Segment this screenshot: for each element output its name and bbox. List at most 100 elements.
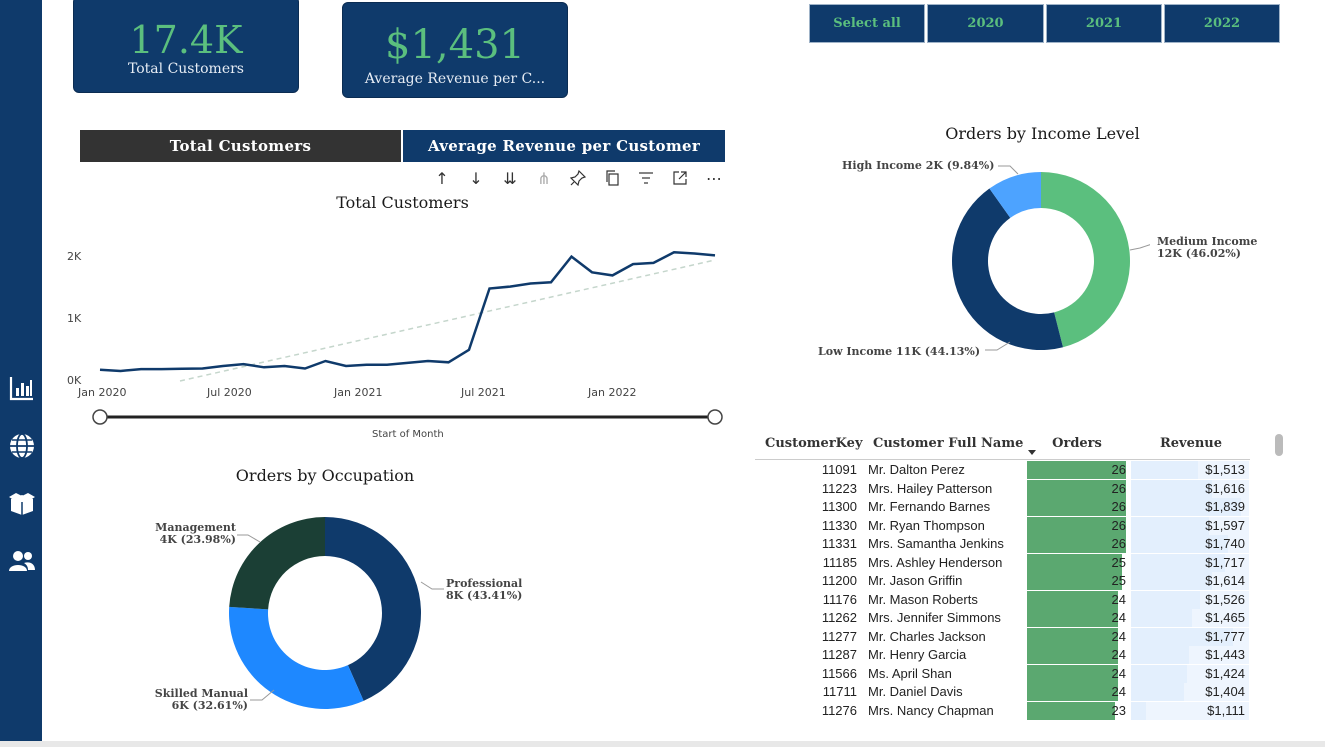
label-medium-income: Medium Income 12K (46.02%) <box>1157 236 1267 260</box>
cell-customer-name: Mr. Ryan Thompson <box>868 517 985 533</box>
bottom-bar <box>0 741 1325 747</box>
x-axis-title: Start of Month <box>372 429 444 440</box>
cell-customer-name: Mrs. Samantha Jenkins <box>868 536 1004 551</box>
cell-orders: 24 <box>1111 647 1126 662</box>
cell-orders: 24 <box>1111 610 1126 625</box>
table-row[interactable]: 11711 Mr. Daniel Davis 24 $1,404 <box>755 683 1255 701</box>
cell-customer-name: Mrs. Hailey Patterson <box>868 480 993 496</box>
table-row[interactable]: 11262 Mrs. Jennifer Simmons 24 $1,465 <box>755 609 1255 627</box>
cell-revenue: $1,777 <box>1205 628 1245 644</box>
cell-customer-key: 11330 <box>821 517 857 533</box>
slicer-year-2020[interactable]: 2020 <box>927 4 1044 43</box>
cell-revenue: $1,111 <box>1207 702 1245 718</box>
donut-slice-skilled-manual[interactable] <box>229 606 364 709</box>
cell-revenue: $1,616 <box>1205 480 1245 496</box>
cell-customer-key: 11262 <box>821 610 857 625</box>
slicer-year-2021[interactable]: 2021 <box>1046 4 1162 43</box>
header-customer-key[interactable]: CustomerKey <box>765 428 865 458</box>
cell-customer-key: 11223 <box>821 480 857 496</box>
donut-slice-management[interactable] <box>229 517 325 610</box>
cell-revenue: $1,443 <box>1205 647 1245 662</box>
sort-descending-icon[interactable] <box>1028 450 1036 455</box>
income-chart-title: Orders by Income Level <box>945 124 1140 143</box>
header-revenue[interactable]: Revenue <box>1133 428 1249 458</box>
cell-customer-key: 11300 <box>821 499 857 514</box>
cell-customer-key: 11200 <box>821 573 857 588</box>
cell-customer-key: 11711 <box>822 684 857 699</box>
cell-orders: 26 <box>1111 536 1126 551</box>
label-low-income: Low Income 11K (44.13%) <box>818 346 988 358</box>
label-low-income-name: Low Income <box>818 345 893 358</box>
cell-customer-name: Mrs. Jennifer Simmons <box>868 610 1001 625</box>
header-orders[interactable]: Orders <box>1027 428 1127 458</box>
table-row[interactable]: 11176 Mr. Mason Roberts 24 $1,526 <box>755 590 1255 609</box>
box-open-icon[interactable] <box>8 489 36 517</box>
cell-customer-key: 11185 <box>822 554 857 570</box>
label-skilled-manual: Skilled Manual 6K (32.61%) <box>140 688 248 712</box>
leader-line-management <box>237 534 261 543</box>
cell-customer-key: 11276 <box>821 702 857 718</box>
cell-customer-name: Mrs. Nancy Chapman <box>868 702 994 718</box>
label-high-income: High Income 2K (9.84%) <box>842 160 1002 172</box>
cell-revenue: $1,465 <box>1205 610 1245 625</box>
table-row[interactable]: 11223 Mrs. Hailey Patterson 26 $1,616 <box>755 479 1255 498</box>
cell-customer-key: 11331 <box>821 536 857 551</box>
table-row[interactable]: 11330 Mr. Ryan Thompson 26 $1,597 <box>755 516 1255 535</box>
cell-revenue: $1,740 <box>1205 536 1245 551</box>
label-high-income-name: High Income <box>842 159 922 172</box>
table-row[interactable]: 11566 Ms. April Shan 24 $1,424 <box>755 664 1255 683</box>
cell-orders: 26 <box>1111 480 1126 496</box>
table-row[interactable]: 11091 Mr. Dalton Perez 26 $1,513 <box>755 461 1255 479</box>
table-scrollbar-thumb[interactable] <box>1275 434 1283 456</box>
cell-revenue: $1,424 <box>1205 665 1245 681</box>
cell-orders: 26 <box>1111 499 1126 514</box>
table-row[interactable]: 11331 Mrs. Samantha Jenkins 26 $1,740 <box>755 535 1255 553</box>
line-chart-plot <box>92 251 723 425</box>
cell-customer-name: Mr. Dalton Perez <box>868 462 965 477</box>
cell-customer-key: 11091 <box>821 462 857 477</box>
cell-customer-name: Mr. Fernando Barnes <box>868 499 991 514</box>
cell-customer-key: 11176 <box>822 591 857 607</box>
leader-line-medium-income <box>1129 244 1150 251</box>
cell-revenue: $1,614 <box>1205 573 1245 588</box>
cell-customer-name: Mr. Henry Garcia <box>868 647 967 662</box>
table-row[interactable]: 11185 Mrs. Ashley Henderson 25 $1,717 <box>755 553 1255 572</box>
header-customer-full-name[interactable]: Customer Full Name <box>873 428 1033 458</box>
cell-orders: 23 <box>1111 702 1126 718</box>
header-divider <box>755 459 1250 460</box>
slicer-select-all[interactable]: Select all <box>809 4 925 43</box>
cell-orders: 25 <box>1111 554 1126 570</box>
label-high-income-value: 2K (9.84%) <box>925 159 995 172</box>
income-donut <box>952 165 1150 351</box>
table-row[interactable]: 11287 Mr. Henry Garcia 24 $1,443 <box>755 646 1255 664</box>
cell-orders: 26 <box>1111 517 1126 533</box>
cell-revenue: $1,526 <box>1205 591 1245 607</box>
cell-revenue: $1,404 <box>1205 684 1245 699</box>
label-low-income-value: 11K (44.13%) <box>896 345 981 358</box>
table-row[interactable]: 11277 Mr. Charles Jackson 24 $1,777 <box>755 627 1255 646</box>
table-row[interactable]: 11200 Mr. Jason Griffin 25 $1,614 <box>755 572 1255 590</box>
date-range-slider-start-handle[interactable] <box>92 409 108 425</box>
users-icon[interactable] <box>8 547 36 575</box>
leader-line-professional <box>420 581 444 590</box>
cell-orders: 26 <box>1111 462 1126 477</box>
cell-customer-name: Mr. Mason Roberts <box>868 591 978 607</box>
cell-revenue: $1,513 <box>1205 462 1245 477</box>
cell-orders: 24 <box>1111 665 1126 681</box>
label-management: Management 4K (23.98%) <box>140 522 236 546</box>
cell-revenue: $1,717 <box>1205 554 1245 570</box>
table-row[interactable]: 11300 Mr. Fernando Barnes 26 $1,839 <box>755 498 1255 516</box>
cell-customer-key: 11277 <box>821 628 857 644</box>
table-row[interactable]: 11276 Mrs. Nancy Chapman 23 $1,111 <box>755 701 1255 720</box>
cell-orders: 24 <box>1111 591 1126 607</box>
cell-revenue: $1,597 <box>1205 517 1245 533</box>
cell-customer-key: 11287 <box>821 647 857 662</box>
cell-customer-name: Mr. Jason Griffin <box>868 573 963 588</box>
label-professional: Professional 8K (43.41%) <box>446 578 546 602</box>
series-line-total-customers <box>99 251 716 373</box>
occupation-chart-title: Orders by Occupation <box>235 466 415 485</box>
date-range-slider-end-handle[interactable] <box>707 409 723 425</box>
cell-orders: 24 <box>1111 628 1126 644</box>
cell-orders: 24 <box>1111 684 1126 699</box>
slicer-year-2022[interactable]: 2022 <box>1164 4 1280 43</box>
